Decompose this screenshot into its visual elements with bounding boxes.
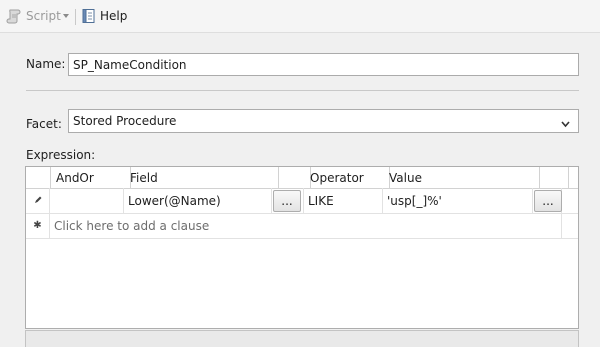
- add-clause-placeholder[interactable]: Click here to add a clause: [50, 213, 562, 238]
- column-header-value-button: [533, 167, 569, 188]
- script-button[interactable]: Script: [6, 8, 61, 24]
- column-header-operator[interactable]: Operator: [304, 167, 390, 188]
- toolbar-separator: [75, 9, 76, 25]
- facet-label: Facet:: [26, 117, 62, 131]
- script-label: Script: [26, 9, 61, 23]
- value-browse-button[interactable]: ...: [534, 190, 562, 212]
- row-selector[interactable]: [26, 188, 50, 213]
- expression-label: Expression:: [26, 148, 96, 162]
- asterisk-icon: ✱: [33, 220, 42, 231]
- facet-select-value: Stored Procedure: [73, 114, 177, 128]
- cell-field[interactable]: Lower(@Name): [124, 188, 272, 213]
- column-header-value[interactable]: Value: [383, 167, 540, 188]
- facet-select[interactable]: Stored Procedure: [68, 109, 579, 133]
- name-label: Name:: [26, 57, 66, 71]
- column-header-field[interactable]: Field: [124, 167, 279, 188]
- chevron-down-icon: [561, 117, 570, 131]
- help-icon: [81, 8, 97, 24]
- pencil-icon: [33, 194, 43, 208]
- section-divider: [26, 90, 579, 91]
- toolbar: Script Help: [0, 0, 600, 33]
- help-button[interactable]: Help: [81, 8, 127, 24]
- expression-grid: AndOr Field Operator Value Lower(@Name) …: [25, 166, 579, 329]
- new-row-selector: ✱: [26, 213, 50, 238]
- help-label: Help: [100, 9, 128, 23]
- table-row[interactable]: Lower(@Name) ... LIKE 'usp[_]%' ...: [26, 188, 578, 214]
- cell-value[interactable]: 'usp[_]%': [383, 188, 533, 213]
- cell-operator[interactable]: LIKE: [304, 188, 383, 213]
- new-row[interactable]: ✱ Click here to add a clause: [26, 213, 578, 239]
- bottom-panel: [25, 330, 579, 347]
- grid-header-row: AndOr Field Operator Value: [26, 167, 578, 189]
- value-cell-button-container: ...: [533, 188, 562, 213]
- column-header-andor[interactable]: AndOr: [50, 167, 131, 188]
- row-selector-header: [26, 167, 51, 188]
- name-input-value: SP_NameCondition: [73, 57, 187, 72]
- script-dropdown-chevron-icon[interactable]: [63, 14, 69, 18]
- field-browse-button[interactable]: ...: [273, 190, 301, 212]
- cell-andor[interactable]: [50, 188, 124, 213]
- script-icon: [6, 8, 22, 24]
- name-input[interactable]: SP_NameCondition: [68, 53, 579, 76]
- field-cell-button-container: ...: [272, 188, 304, 213]
